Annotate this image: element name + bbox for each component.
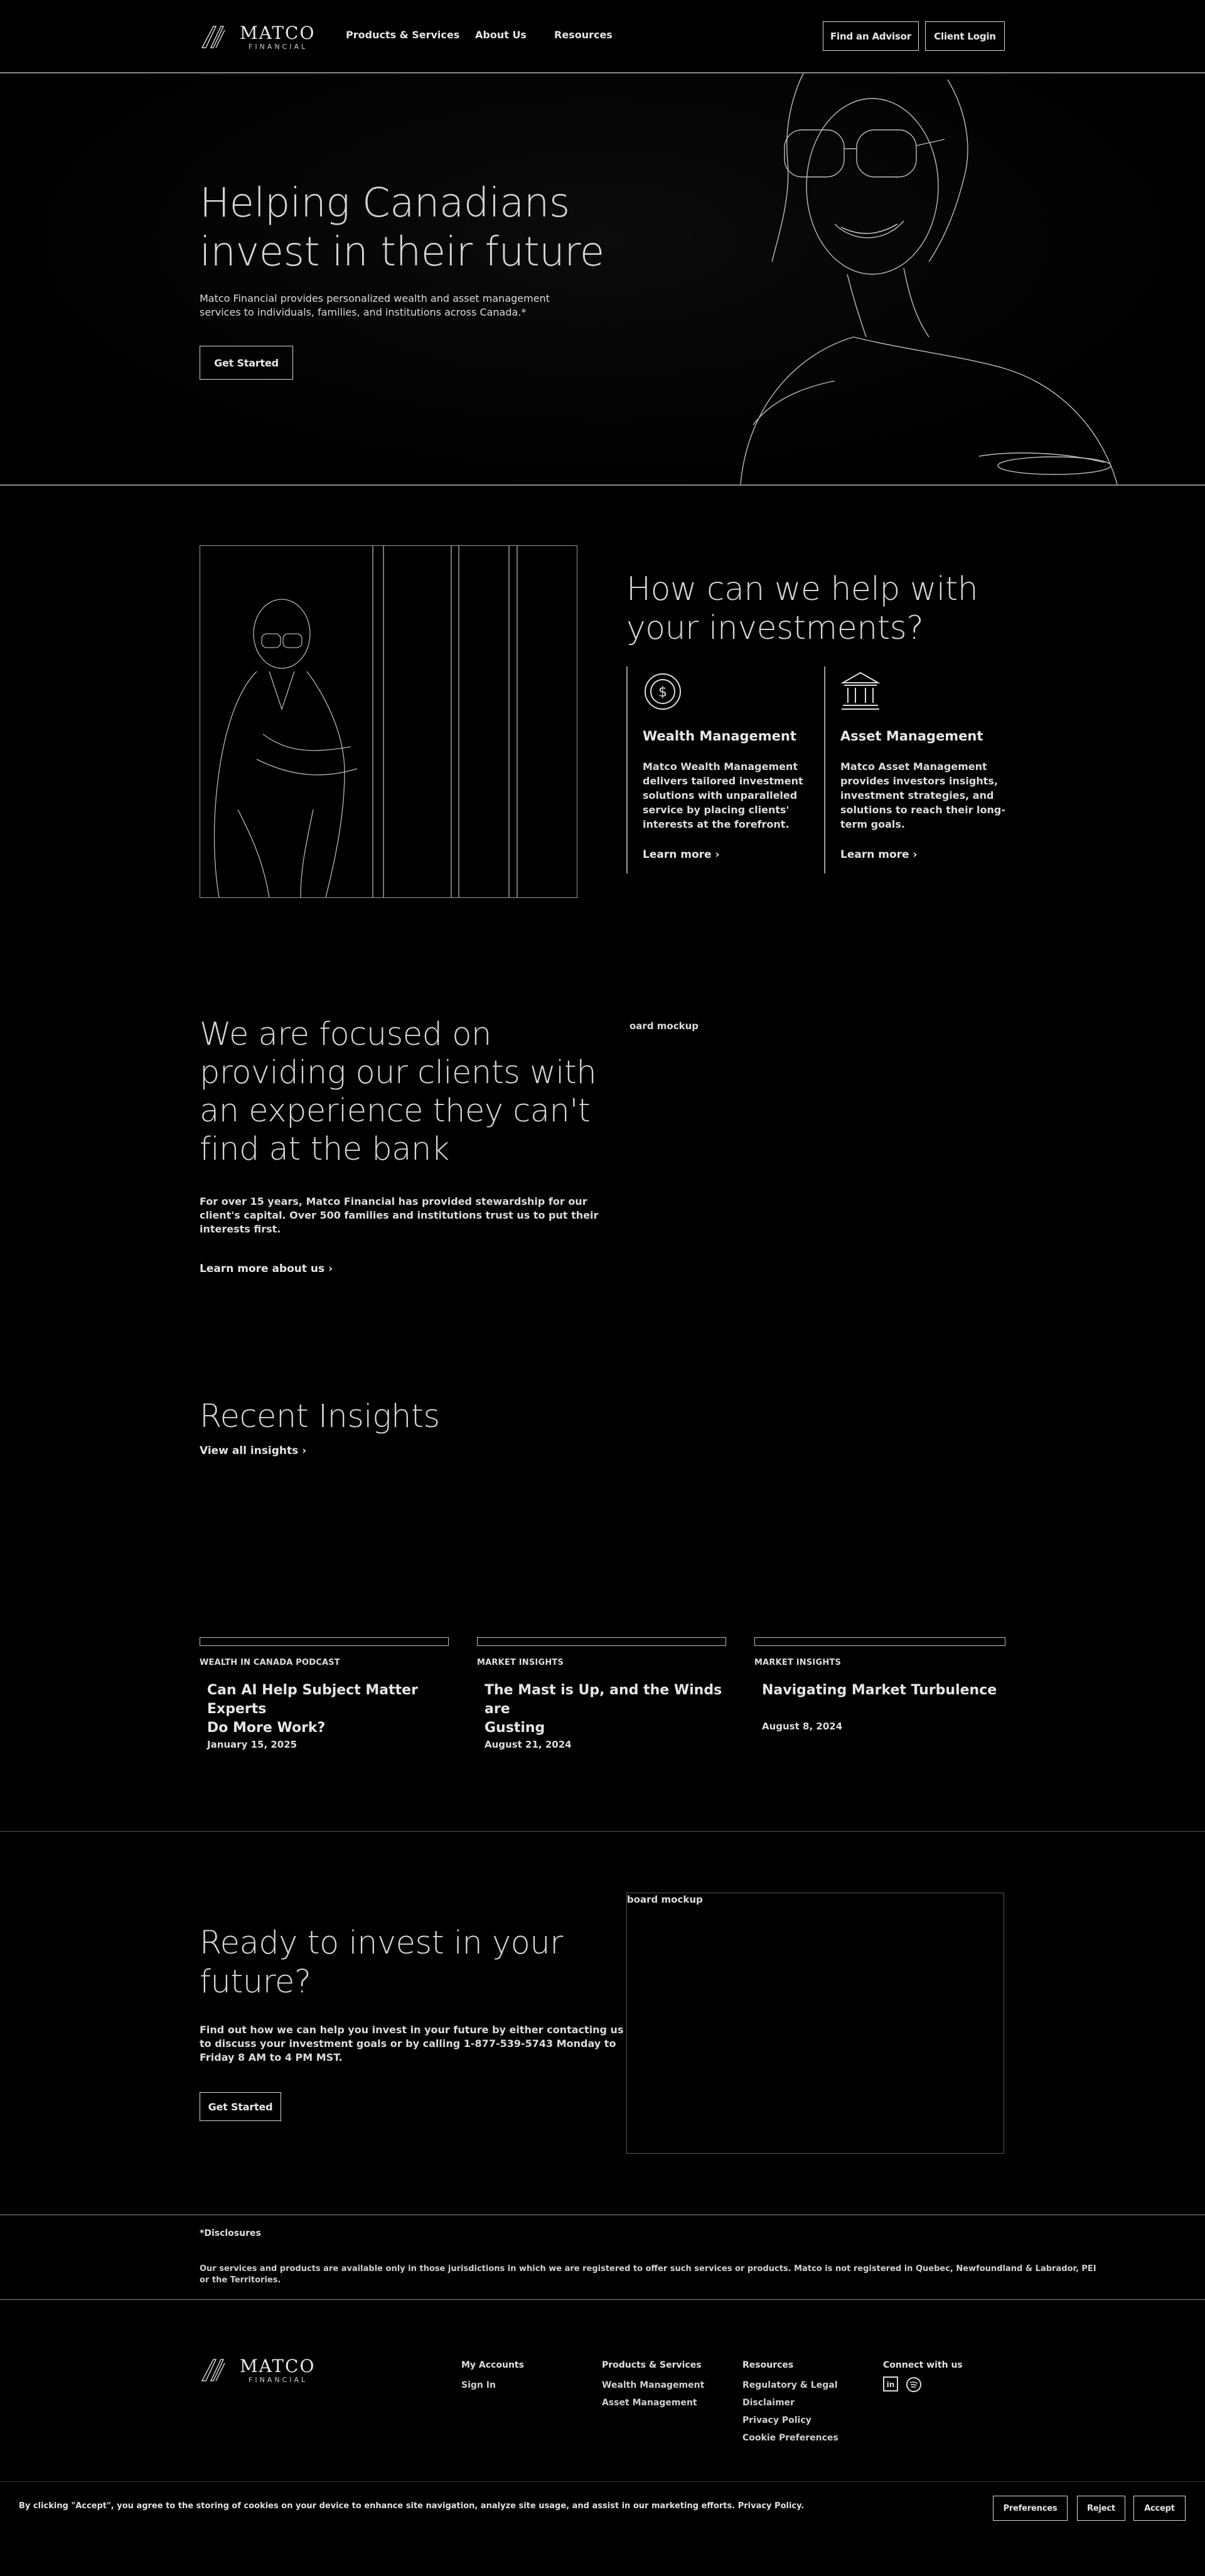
site-header: MATCO FINANCIAL Products & Services Abou… [0, 0, 1205, 72]
footer-cookie-preferences-link[interactable]: Cookie Preferences [742, 2429, 838, 2447]
cookie-banner: By clicking "Accept", you agree to the s… [0, 2481, 1205, 2531]
footer-accounts-title: My Accounts [461, 2360, 524, 2370]
dashboard-mockup-image: oard mockup [629, 1020, 1006, 1271]
learn-more-about-us-link[interactable]: Learn more about us › [200, 1263, 333, 1275]
cookie-preferences-button[interactable]: Preferences [993, 2496, 1068, 2521]
card-image-placeholder [200, 1637, 449, 1646]
hero-get-started-button[interactable]: Get Started [200, 346, 293, 380]
insight-card-1[interactable]: WEALTH IN CANADA PODCAST Can AI Help Sub… [200, 1637, 449, 1763]
footer-resources: Resources Regulatory & Legal Disclaimer … [742, 2360, 838, 2447]
chevron-right-icon: › [328, 1263, 333, 1275]
footer-divider [0, 2299, 1205, 2300]
brand-name: MATCO [240, 2356, 316, 2376]
asset-management-title: Asset Management [840, 729, 983, 744]
ready-body: Find out how we can help you invest in y… [200, 2024, 624, 2063]
wealth-management-card: $ Wealth Management Matco Wealth Managem… [626, 666, 815, 874]
ready-mockup-image: board mockup [626, 1893, 1004, 2154]
help-title: How can we help with your investments? [626, 570, 978, 647]
footer-privacy-link[interactable]: Privacy Policy [742, 2412, 838, 2429]
svg-text:in: in [887, 2380, 895, 2389]
footer-connect-title: Connect with us [883, 2360, 963, 2370]
insight-card-2[interactable]: MARKET INSIGHTS The Mast is Up, and the … [477, 1637, 726, 1763]
focus-body: For over 15 years, Matco Financial has p… [200, 1195, 599, 1235]
brand-sub: FINANCIAL [249, 2376, 308, 2384]
disclosures-title: *Disclosures [200, 2228, 261, 2238]
chevron-right-icon: › [302, 1445, 307, 1457]
insight-card-3[interactable]: MARKET INSIGHTS Navigating Market Turbul… [754, 1637, 1005, 1763]
footer-connect: Connect with us in [883, 2360, 963, 2393]
card-title: Can AI Help Subject Matter Experts Do Mo… [207, 1682, 418, 1736]
card-category: MARKET INSIGHTS [477, 1658, 564, 1667]
insights-divider [0, 1831, 1205, 1832]
footer-wealth-link[interactable]: Wealth Management [602, 2376, 704, 2394]
spotify-icon[interactable] [906, 2376, 922, 2393]
footer-logo[interactable]: MATCO FINANCIAL [200, 2354, 325, 2386]
hero-title: Helping Canadians invest in their future [200, 180, 604, 275]
advisor-image [200, 545, 577, 898]
asset-management-desc: Matco Asset Management provides investor… [840, 761, 1005, 830]
view-all-insights-link[interactable]: View all insights › [200, 1445, 306, 1457]
linkedin-icon[interactable]: in [883, 2376, 898, 2392]
focus-title: We are focused on providing our clients … [200, 1016, 597, 1168]
svg-text:$: $ [658, 685, 667, 700]
brand-name: MATCO [240, 23, 316, 43]
card-date: August 21, 2024 [485, 1739, 572, 1750]
hero-body: Matco Financial provides personalized we… [200, 292, 550, 318]
wealth-management-title: Wealth Management [643, 729, 796, 744]
wealth-management-desc: Matco Wealth Management delivers tailore… [643, 761, 803, 830]
footer-products-title: Products & Services [602, 2360, 702, 2370]
card-title: Navigating Market Turbulence [762, 1682, 997, 1698]
social-icons: in [883, 2376, 963, 2393]
ready-title: Ready to invest in your future? [200, 1925, 563, 2001]
card-title: The Mast is Up, and the Winds are Gustin… [485, 1682, 722, 1736]
disclosures-text: Our services and products are available … [200, 2264, 1096, 2285]
mockup-alt-text: oard mockup [629, 1020, 699, 1032]
asset-management-card: Asset Management Matco Asset Management … [824, 666, 1012, 874]
card-image-placeholder [477, 1637, 726, 1646]
mockup-alt-text: board mockup [627, 1894, 703, 1905]
footer-regulatory-link[interactable]: Regulatory & Legal [742, 2376, 838, 2394]
brand-sub: FINANCIAL [249, 43, 308, 51]
find-advisor-button[interactable]: Find an Advisor [823, 21, 919, 51]
insights-title: Recent Insights [200, 1398, 440, 1435]
card-date: August 8, 2024 [762, 1721, 843, 1732]
footer-disclaimer-link[interactable]: Disclaimer [742, 2394, 838, 2412]
footer-resources-title: Resources [742, 2360, 794, 2370]
footer-asset-link[interactable]: Asset Management [602, 2394, 704, 2412]
nav-products-services[interactable]: Products & Services [346, 29, 459, 41]
chevron-right-icon: › [715, 848, 720, 861]
card-date: January 15, 2025 [207, 1739, 297, 1750]
cookie-reject-button[interactable]: Reject [1077, 2496, 1125, 2521]
hero-section: Helping Canadians invest in their future… [0, 73, 1205, 484]
asset-learn-more-link[interactable]: Learn more › [840, 848, 918, 861]
cookie-accept-button[interactable]: Accept [1133, 2496, 1186, 2521]
cookie-text: By clicking "Accept", you agree to the s… [19, 2501, 805, 2511]
footer-sign-in-link[interactable]: Sign In [461, 2376, 524, 2394]
hero-woman-image [740, 73, 1118, 484]
matco-logo[interactable]: MATCO FINANCIAL [200, 21, 325, 53]
ready-get-started-button[interactable]: Get Started [200, 2092, 281, 2121]
bank-building-icon [840, 671, 881, 710]
client-login-button[interactable]: Client Login [925, 21, 1005, 51]
chevron-right-icon: › [913, 848, 918, 861]
card-category: MARKET INSIGHTS [754, 1658, 842, 1667]
card-image-placeholder [754, 1637, 1005, 1646]
logo-mark-icon [201, 26, 225, 48]
card-category: WEALTH IN CANADA PODCAST [200, 1658, 340, 1667]
man-sketch-icon [213, 546, 518, 898]
footer-products: Products & Services Wealth Management As… [602, 2360, 704, 2412]
nav-resources[interactable]: Resources [554, 29, 613, 41]
dollar-coin-icon: $ [645, 673, 681, 710]
footer-accounts: My Accounts Sign In [461, 2360, 524, 2394]
nav-about-us[interactable]: About Us [475, 29, 527, 41]
hero-divider [0, 484, 1205, 486]
wealth-learn-more-link[interactable]: Learn more › [643, 848, 720, 861]
logo-mark-icon [201, 2359, 225, 2381]
